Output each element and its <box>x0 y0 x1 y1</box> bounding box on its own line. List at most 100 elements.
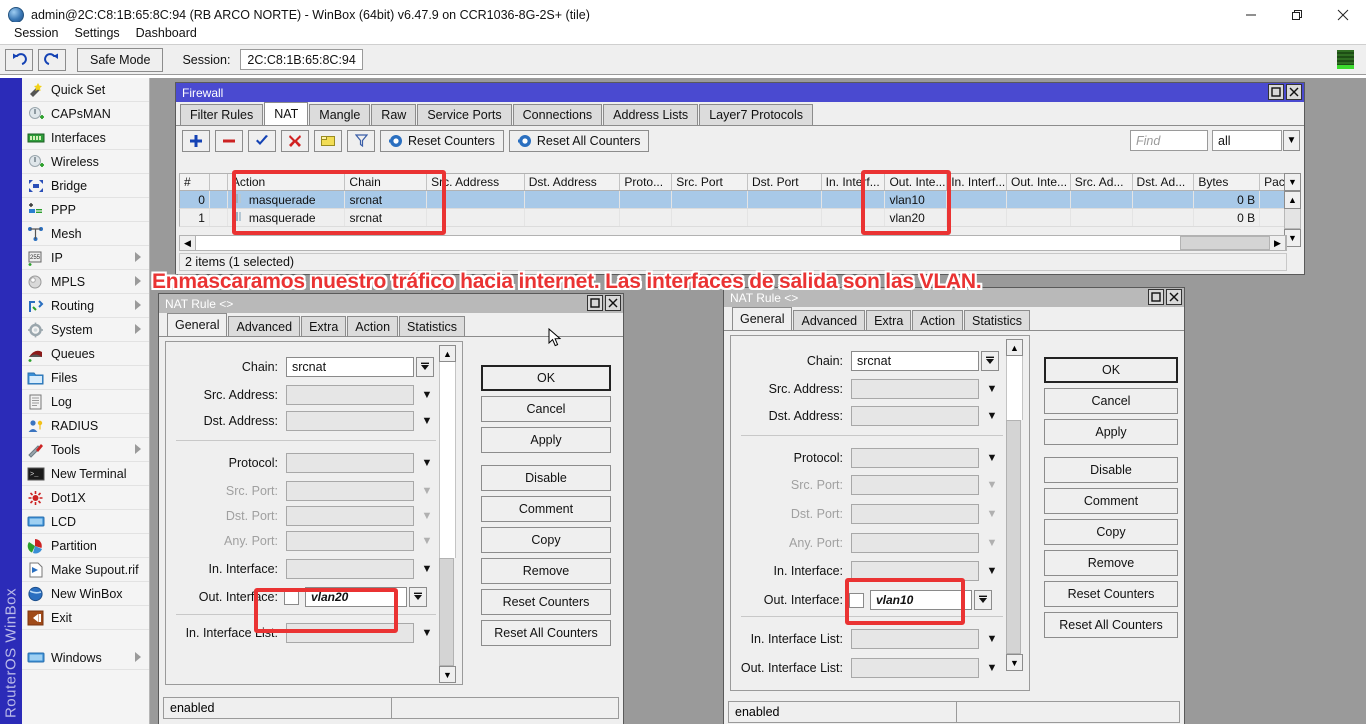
chevron-down-icon[interactable]: ▼ <box>1283 130 1300 151</box>
hscroll-thumb[interactable] <box>1180 236 1270 250</box>
chevron-down-icon[interactable]: ▼ <box>420 414 434 428</box>
chevron-down-icon[interactable]: ▼ <box>985 507 999 521</box>
nat-right-scroll-track[interactable] <box>1006 356 1023 420</box>
sidebar-item-ppp[interactable]: PPP <box>22 198 149 222</box>
sidebar-item-new-terminal[interactable]: >_New Terminal <box>22 462 149 486</box>
sidebar-item-partition[interactable]: Partition <box>22 534 149 558</box>
disable-rule-button[interactable] <box>281 130 309 152</box>
tab-advanced[interactable]: Advanced <box>793 310 865 330</box>
enable-rule-button[interactable] <box>248 130 276 152</box>
restore-icon[interactable] <box>1268 84 1284 100</box>
scroll-right-icon[interactable]: ▶ <box>1270 236 1286 250</box>
sidebar-item-capsman[interactable]: CAPsMAN <box>22 102 149 126</box>
tab-mangle[interactable]: Mangle <box>309 104 370 125</box>
column-header[interactable]: Dst. Ad... <box>1133 174 1195 190</box>
sidebar-item-queues[interactable]: Queues <box>22 342 149 366</box>
tab-nat[interactable]: NAT <box>264 102 308 125</box>
tab-general[interactable]: General <box>167 313 227 336</box>
sidebar-item-quick-set[interactable]: Quick Set <box>22 78 149 102</box>
reset-counters-button[interactable]: Reset Counters <box>1044 581 1178 607</box>
nat-right-inner-scrollbar[interactable]: ▲ ▼ <box>1006 339 1023 689</box>
column-header[interactable]: Pac <box>1260 174 1286 190</box>
restore-icon[interactable] <box>587 295 603 311</box>
field-input[interactable] <box>851 475 979 495</box>
sidebar-item-log[interactable]: Log <box>22 390 149 414</box>
redo-icon[interactable] <box>38 49 66 71</box>
undo-icon[interactable] <box>5 49 33 71</box>
dropdown-button[interactable] <box>416 357 434 377</box>
field-input[interactable]: srcnat <box>286 357 414 377</box>
field-input[interactable] <box>286 559 414 579</box>
tab-action[interactable]: Action <box>347 316 398 336</box>
filter-icon[interactable] <box>347 130 375 152</box>
chevron-down-icon[interactable]: ▼ <box>420 626 434 640</box>
dropdown-button[interactable] <box>974 590 992 610</box>
chevron-down-icon[interactable]: ▼ <box>420 484 434 498</box>
table-row[interactable]: 0masqueradesrcnatvlan100 B <box>179 191 1287 209</box>
sidebar-item-lcd[interactable]: LCD <box>22 510 149 534</box>
column-header[interactable] <box>210 174 228 190</box>
tab-extra[interactable]: Extra <box>301 316 346 336</box>
field-input[interactable] <box>851 658 979 678</box>
hscroll-track[interactable] <box>196 236 1270 250</box>
column-header[interactable]: Chain <box>345 174 427 190</box>
sidebar-item-dot1x[interactable]: Dot1X <box>22 486 149 510</box>
field-input[interactable] <box>851 448 979 468</box>
copy-button[interactable]: Copy <box>481 527 611 553</box>
tab-service-ports[interactable]: Service Ports <box>417 104 511 125</box>
ok-button[interactable]: OK <box>1044 357 1178 383</box>
sidebar-item-mpls[interactable]: MPLS <box>22 270 149 294</box>
chevron-down-icon[interactable]: ▼ <box>420 456 434 470</box>
scroll-down-arrow-icon[interactable]: ▼ <box>1006 654 1023 671</box>
column-header[interactable]: Dst. Address <box>525 174 621 190</box>
tab-general[interactable]: General <box>732 307 792 330</box>
sidebar-item-files[interactable]: Files <box>22 366 149 390</box>
scroll-up-arrow-icon[interactable]: ▲ <box>439 345 456 362</box>
nat-left-inner-scrollbar[interactable]: ▲ ▼ <box>439 345 456 683</box>
menu-dashboard[interactable]: Dashboard <box>128 24 205 42</box>
sidebar-item-new-winbox[interactable]: New WinBox <box>22 582 149 606</box>
sidebar-item-radius[interactable]: RADIUS <box>22 414 149 438</box>
field-input[interactable] <box>286 623 414 643</box>
column-header[interactable]: Src. Address <box>427 174 525 190</box>
nat-right-scroll-thumb[interactable] <box>1006 420 1021 654</box>
copy-button[interactable]: Copy <box>1044 519 1178 545</box>
sidebar-item-make-supout-rif[interactable]: Make Supout.rif <box>22 558 149 582</box>
comment-button[interactable]: Comment <box>1044 488 1178 514</box>
disable-button[interactable]: Disable <box>481 465 611 491</box>
comment-icon[interactable] <box>314 130 342 152</box>
nat-left-scroll-track[interactable] <box>439 362 456 558</box>
chevron-down-icon[interactable]: ▼ <box>985 564 999 578</box>
chevron-down-icon[interactable]: ▼ <box>985 409 999 423</box>
remove-button[interactable]: Remove <box>481 558 611 584</box>
column-header[interactable]: Src. Ad... <box>1071 174 1133 190</box>
sidebar-item-routing[interactable]: Routing <box>22 294 149 318</box>
column-header[interactable]: Src. Port <box>672 174 748 190</box>
chevron-down-icon[interactable]: ▼ <box>1284 173 1301 191</box>
table-row[interactable]: 1masqueradesrcnatvlan200 B <box>179 209 1287 227</box>
chevron-down-icon[interactable]: ▼ <box>985 632 999 646</box>
tab-layer7-protocols[interactable]: Layer7 Protocols <box>699 104 813 125</box>
chevron-down-icon[interactable]: ▼ <box>985 478 999 492</box>
menu-settings[interactable]: Settings <box>66 24 127 42</box>
column-header[interactable]: Out. Inte... <box>885 174 947 190</box>
negate-checkbox[interactable] <box>849 593 864 608</box>
tab-action[interactable]: Action <box>912 310 963 330</box>
sidebar-item-system[interactable]: System <box>22 318 149 342</box>
column-header[interactable]: Action <box>228 174 346 190</box>
chevron-down-icon[interactable]: ▼ <box>420 562 434 576</box>
ok-button[interactable]: OK <box>481 365 611 391</box>
field-input[interactable] <box>286 453 414 473</box>
column-header[interactable]: Dst. Port <box>748 174 822 190</box>
field-input[interactable] <box>286 531 414 551</box>
column-header[interactable]: In. Interf... <box>822 174 886 190</box>
field-input[interactable] <box>286 411 414 431</box>
column-header[interactable]: Out. Inte... <box>1007 174 1071 190</box>
field-input[interactable] <box>851 533 979 553</box>
field-input[interactable] <box>851 406 979 426</box>
dropdown-button[interactable] <box>409 587 427 607</box>
safe-mode-button[interactable]: Safe Mode <box>77 48 163 72</box>
reset-counters-button[interactable]: Reset Counters <box>380 130 504 152</box>
column-header[interactable]: Proto... <box>620 174 672 190</box>
sidebar-item-interfaces[interactable]: Interfaces <box>22 126 149 150</box>
